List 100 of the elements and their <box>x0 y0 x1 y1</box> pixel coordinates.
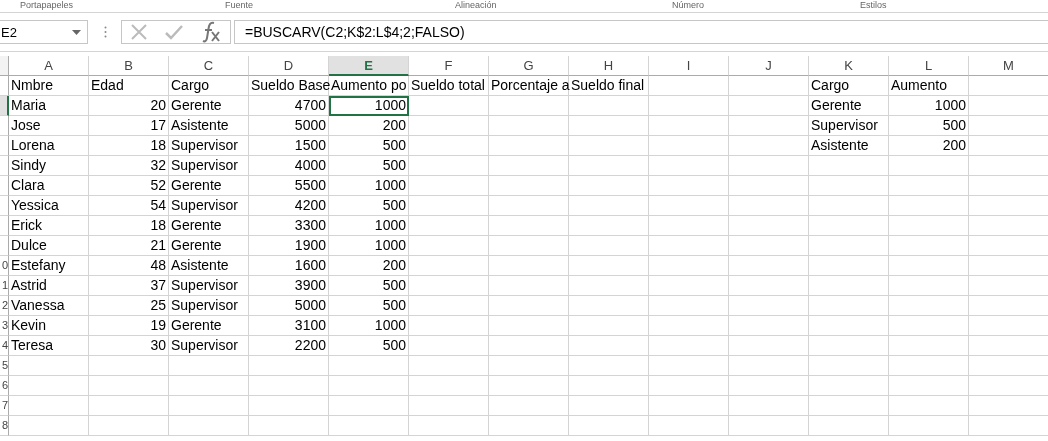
table-cell: Nmbre <box>9 76 89 96</box>
row-header[interactable] <box>0 116 9 136</box>
table-cell: Sueldo final <box>569 76 649 96</box>
row-header[interactable]: 3 <box>0 316 9 336</box>
column-header[interactable]: K <box>809 56 889 76</box>
table-cell: Aumento po <box>329 76 409 96</box>
table-cell: 4000 <box>249 156 329 176</box>
table-cell: Supervisor <box>169 196 249 216</box>
table-cell: Supervisor <box>169 336 249 356</box>
column-header[interactable]: D <box>249 56 329 76</box>
table-cell: Jose <box>9 116 89 136</box>
column-header[interactable]: C <box>169 56 249 76</box>
table-cell: 1600 <box>249 256 329 276</box>
table-cell: Supervisor <box>169 156 249 176</box>
column-header[interactable]: I <box>649 56 729 76</box>
row-header[interactable]: 4 <box>0 336 9 356</box>
table-cell: 500 <box>329 156 409 176</box>
column-header[interactable]: F <box>409 56 489 76</box>
table-cell: 3100 <box>249 316 329 336</box>
table-cell: 3900 <box>249 276 329 296</box>
table-cell: 1000 <box>329 316 409 336</box>
table-cell: Supervisor <box>169 296 249 316</box>
table-cell: Estefany <box>9 256 89 276</box>
column-header[interactable]: G <box>489 56 569 76</box>
table-cell: 5000 <box>249 116 329 136</box>
cancel-icon[interactable] <box>130 23 148 41</box>
table-cell: Lorena <box>9 136 89 156</box>
row-header[interactable] <box>0 96 9 116</box>
row-header[interactable]: 8 <box>0 416 9 436</box>
table-cell: 18 <box>89 136 169 156</box>
table-cell: Edad <box>89 76 169 96</box>
table-cell: Dulce <box>9 236 89 256</box>
table-cell: 3300 <box>249 216 329 236</box>
table-cell: 37 <box>89 276 169 296</box>
ribbon-group-label: Estilos <box>860 0 887 11</box>
ribbon-group-label: Número <box>672 0 704 11</box>
column-header[interactable]: B <box>89 56 169 76</box>
table-cell: Gerente <box>809 96 889 116</box>
table-cell: Supervisor <box>169 276 249 296</box>
table-cell: Supervisor <box>809 116 889 136</box>
row-header[interactable] <box>0 76 9 96</box>
table-cell: 48 <box>89 256 169 276</box>
table-cell: Cargo <box>809 76 889 96</box>
table-cell: 1000 <box>329 236 409 256</box>
more-icon[interactable] <box>104 26 107 38</box>
row-header[interactable]: 6 <box>0 376 9 396</box>
table-cell: 21 <box>89 236 169 256</box>
column-header[interactable]: J <box>729 56 809 76</box>
row-header[interactable]: 2 <box>0 296 9 316</box>
table-cell: 54 <box>89 196 169 216</box>
check-icon[interactable] <box>164 24 184 40</box>
column-header[interactable]: L <box>889 56 969 76</box>
table-cell: 4200 <box>249 196 329 216</box>
table-cell: 18 <box>89 216 169 236</box>
row-header[interactable] <box>0 216 9 236</box>
column-header[interactable]: E <box>329 56 409 76</box>
row-header[interactable] <box>0 196 9 216</box>
table-cell: 5500 <box>249 176 329 196</box>
table-cell: Erick <box>9 216 89 236</box>
row-header[interactable]: 1 <box>0 276 9 296</box>
table-cell: 52 <box>89 176 169 196</box>
table-cell: 500 <box>329 196 409 216</box>
table-cell: 19 <box>89 316 169 336</box>
table-cell: Supervisor <box>169 136 249 156</box>
table-cell: 1500 <box>249 136 329 156</box>
row-header[interactable] <box>0 156 9 176</box>
table-cell: Maria <box>9 96 89 116</box>
table-cell: Cargo <box>169 76 249 96</box>
select-all-button[interactable] <box>0 56 9 76</box>
table-cell: Gerente <box>169 316 249 336</box>
row-header[interactable] <box>0 236 9 256</box>
table-cell: 500 <box>889 116 969 136</box>
formula-field[interactable]: =BUSCARV(C2;K$2:L$4;2;FALSO) <box>234 20 1048 44</box>
table-cell: 200 <box>329 256 409 276</box>
row-header[interactable]: 0 <box>0 256 9 276</box>
ribbon-group-label: Alineación <box>455 0 497 11</box>
table-cell: Gerente <box>169 236 249 256</box>
table-cell: 1000 <box>329 216 409 236</box>
table-cell: Sueldo total <box>409 76 489 96</box>
table-cell: Clara <box>9 176 89 196</box>
table-cell: 17 <box>89 116 169 136</box>
table-cell: 1000 <box>889 96 969 116</box>
column-header[interactable]: A <box>9 56 89 76</box>
function-icon[interactable] <box>200 21 222 43</box>
table-cell: Gerente <box>169 176 249 196</box>
table-cell: 500 <box>329 136 409 156</box>
row-header[interactable]: 7 <box>0 396 9 416</box>
table-cell: 4700 <box>249 96 329 116</box>
name-box[interactable]: E2 <box>0 20 88 44</box>
table-cell: 1900 <box>249 236 329 256</box>
table-cell: 500 <box>329 336 409 356</box>
row-header[interactable] <box>0 176 9 196</box>
row-header[interactable]: 5 <box>0 356 9 376</box>
table-cell: 1000 <box>329 96 409 116</box>
table-cell: 30 <box>89 336 169 356</box>
table-cell: 25 <box>89 296 169 316</box>
table-cell: Astrid <box>9 276 89 296</box>
row-header[interactable] <box>0 136 9 156</box>
column-header[interactable]: H <box>569 56 649 76</box>
ribbon-group-label: Portapapeles <box>20 0 74 11</box>
